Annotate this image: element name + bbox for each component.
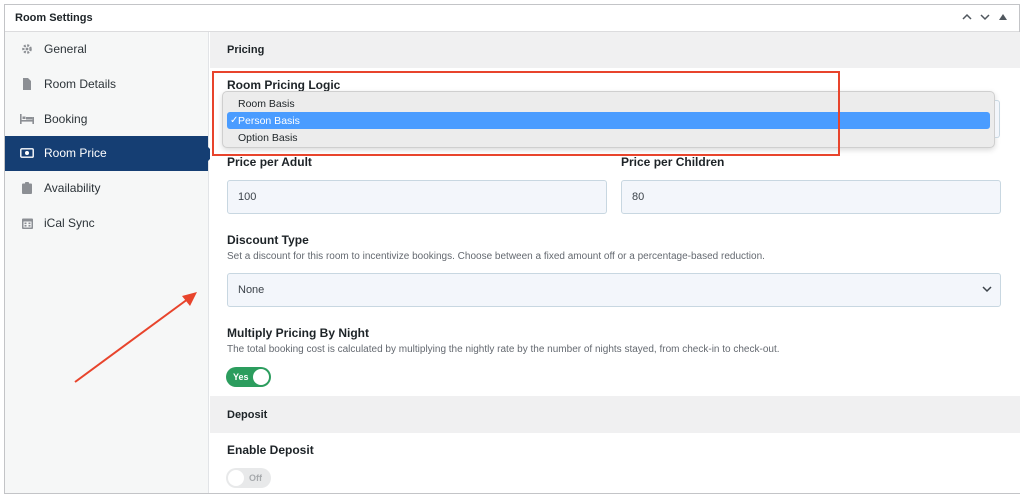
sidebar-item-label: Availability (44, 181, 101, 196)
multiply-pricing-label: Multiply Pricing By Night (227, 326, 370, 340)
calendar-icon (20, 216, 34, 230)
room-pricing-logic-label: Room Pricing Logic (227, 78, 341, 92)
deposit-section-header: Deposit (210, 396, 1020, 433)
chevron-up-icon[interactable] (961, 13, 973, 24)
price-per-children-input[interactable]: 80 (621, 180, 1001, 214)
enable-deposit-toggle[interactable]: Off (226, 468, 271, 488)
panel-controls (961, 13, 1009, 24)
triangle-up-icon[interactable] (997, 13, 1009, 24)
panel-title: Room Settings (15, 12, 93, 24)
option-person-basis[interactable]: ✓ Person Basis (227, 112, 990, 129)
sidebar-item-label: Room Details (44, 77, 117, 92)
document-icon (20, 77, 34, 91)
price-per-adult-label: Price per Adult (227, 155, 312, 169)
option-room-basis[interactable]: Room Basis (223, 95, 994, 112)
sidebar-item-label: Room Price (44, 146, 107, 161)
sidebar-item-room-details[interactable]: Room Details (5, 67, 208, 102)
sidebar-item-availability[interactable]: Availability (5, 171, 208, 206)
multiply-pricing-toggle[interactable]: Yes (226, 367, 271, 387)
sidebar-item-label: General (44, 42, 87, 57)
discount-type-label: Discount Type (227, 233, 309, 247)
sidebar-item-label: Booking (44, 111, 88, 126)
chevron-down-icon[interactable] (979, 13, 991, 24)
pricing-logic-select[interactable] (995, 100, 1000, 138)
checkmark-icon: ✓ (230, 115, 239, 126)
sidebar-item-label: iCal Sync (44, 215, 95, 230)
toggle-knob (253, 369, 269, 385)
discount-type-select[interactable]: None (227, 273, 1001, 307)
sidebar-item-booking[interactable]: Booking (5, 101, 208, 136)
pricing-logic-dropdown-menu: Room Basis ✓ Person Basis Option Basis (222, 91, 995, 148)
pricing-section-header: Pricing (210, 32, 1020, 68)
toggle-knob (228, 470, 244, 486)
discount-type-description: Set a discount for this room to incentiv… (227, 251, 765, 262)
gear-icon (20, 42, 34, 56)
clipboard-icon (20, 181, 34, 195)
panel-header: Room Settings (5, 5, 1019, 32)
sidebar-nav: General Room Details Booking Room Price … (5, 32, 215, 493)
multiply-pricing-description: The total booking cost is calculated by … (227, 344, 780, 355)
sidebar-item-general[interactable]: General (5, 32, 208, 67)
option-option-basis[interactable]: Option Basis (223, 129, 994, 146)
sidebar-item-ical-sync[interactable]: iCal Sync (5, 205, 208, 240)
money-icon (20, 146, 34, 160)
chevron-down-icon (982, 285, 992, 296)
price-per-adult-input[interactable]: 100 (227, 180, 607, 214)
bed-icon (20, 112, 34, 126)
sidebar-item-room-price[interactable]: Room Price (5, 136, 215, 171)
price-per-children-label: Price per Children (621, 155, 725, 169)
enable-deposit-label: Enable Deposit (227, 443, 314, 457)
